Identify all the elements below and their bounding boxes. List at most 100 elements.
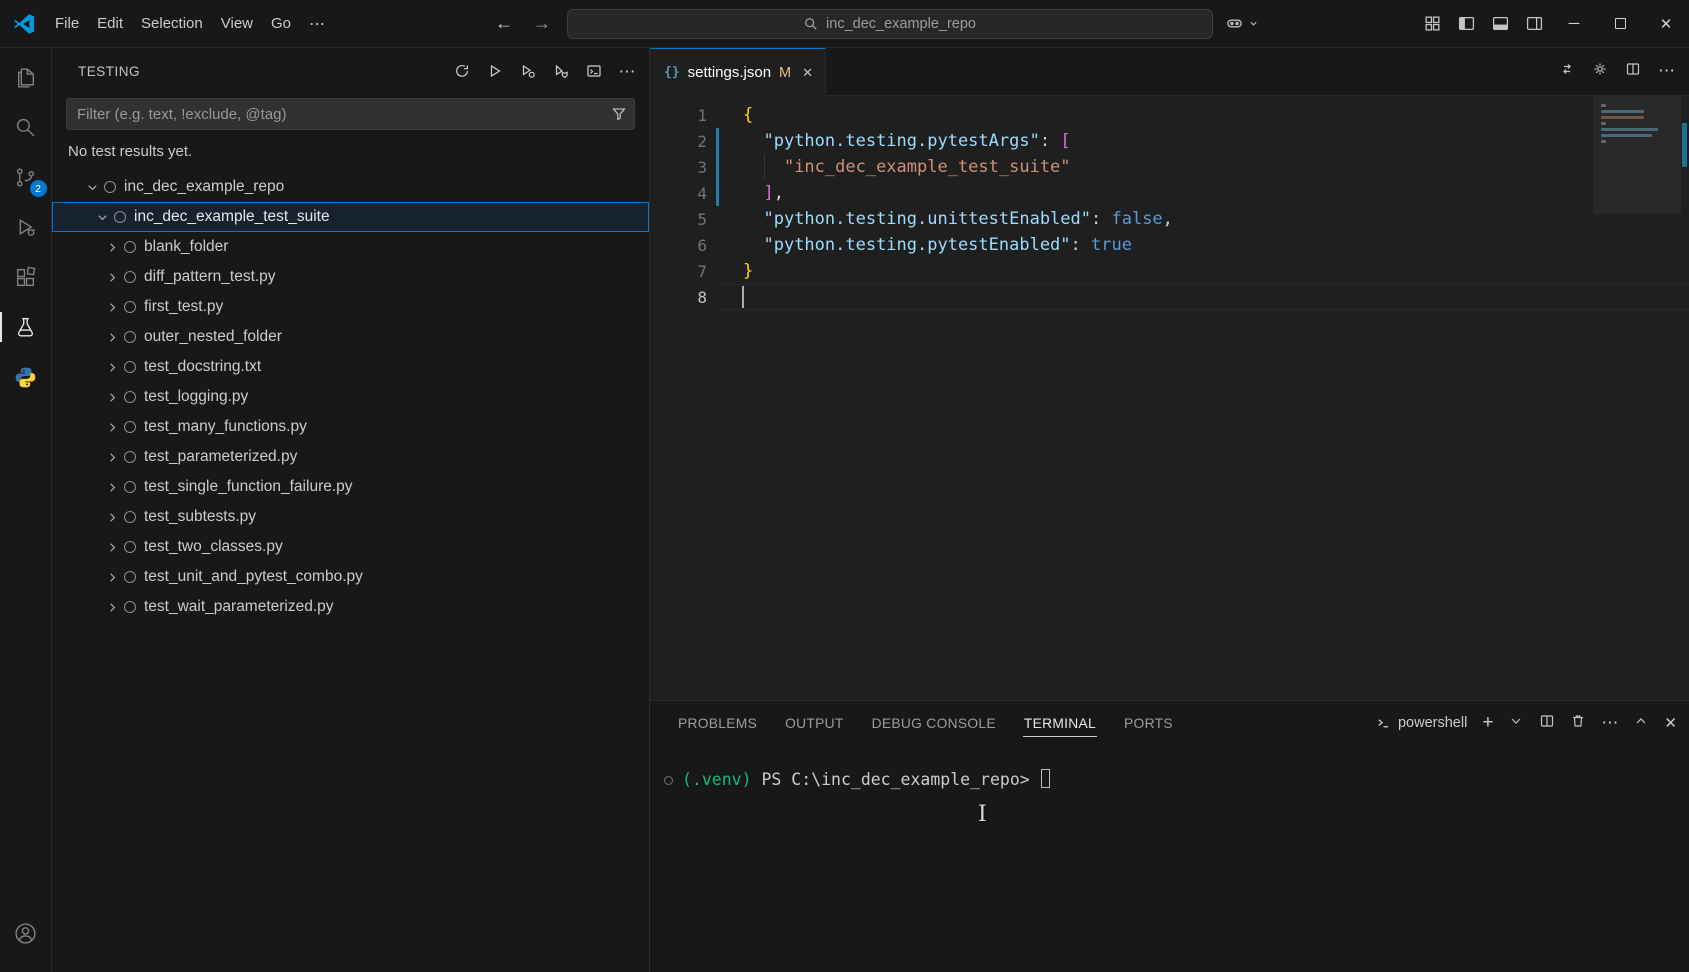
code-text[interactable]: { xyxy=(719,105,753,125)
history-forward-button[interactable]: → xyxy=(529,13,555,34)
toggle-primary-sidebar-button[interactable] xyxy=(1449,0,1483,47)
chevron-right-icon[interactable] xyxy=(103,509,121,525)
window-minimize-button[interactable]: ─ xyxy=(1551,0,1597,47)
menu-file[interactable]: File xyxy=(46,10,88,37)
open-changes-icon[interactable] xyxy=(1559,61,1575,82)
tree-item-test_parameterized.py[interactable]: test_parameterized.py xyxy=(52,442,649,472)
panel-tab-ports[interactable]: PORTS xyxy=(1123,710,1174,737)
chevron-right-icon[interactable] xyxy=(103,479,121,495)
tree-item-test_wait_parameterized.py[interactable]: test_wait_parameterized.py xyxy=(52,592,649,622)
code-line-7[interactable]: 7} xyxy=(650,258,1689,284)
run-tests-with-coverage-icon[interactable] xyxy=(549,59,573,83)
code-text[interactable]: "python.testing.pytestArgs": [ xyxy=(719,131,1071,151)
code-line-6[interactable]: 6 "python.testing.pytestEnabled": true xyxy=(650,232,1689,258)
activity-python[interactable] xyxy=(0,352,52,402)
line-number[interactable]: 1 xyxy=(650,106,707,125)
close-panel-icon[interactable]: ✕ xyxy=(1664,714,1677,733)
chevron-down-icon[interactable] xyxy=(93,209,111,225)
new-terminal-button[interactable]: + xyxy=(1482,713,1493,733)
chevron-right-icon[interactable] xyxy=(103,389,121,405)
tree-item-test_logging.py[interactable]: test_logging.py xyxy=(52,382,649,412)
open-settings-ui-icon[interactable] xyxy=(1592,61,1608,82)
chevron-right-icon[interactable] xyxy=(103,239,121,255)
chevron-right-icon[interactable] xyxy=(103,329,121,345)
line-number[interactable]: 7 xyxy=(650,262,707,281)
tree-item-test_single_function_failure.py[interactable]: test_single_function_failure.py xyxy=(52,472,649,502)
chevron-right-icon[interactable] xyxy=(103,269,121,285)
code-line-8[interactable]: 8 xyxy=(650,284,1689,310)
sidebar-more-actions-icon[interactable]: ⋯ xyxy=(615,59,639,83)
chevron-right-icon[interactable] xyxy=(103,299,121,315)
tree-item-first_test.py[interactable]: first_test.py xyxy=(52,292,649,322)
chevron-right-icon[interactable] xyxy=(103,569,121,585)
tab-close-icon[interactable]: ✕ xyxy=(802,65,813,81)
activity-search[interactable] xyxy=(0,102,52,152)
code-line-5[interactable]: 5 "python.testing.unittestEnabled": fals… xyxy=(650,206,1689,232)
line-number[interactable]: 6 xyxy=(650,236,707,255)
refresh-tests-icon[interactable] xyxy=(450,59,474,83)
code-text[interactable]: "python.testing.unittestEnabled": false, xyxy=(719,209,1173,229)
window-close-button[interactable]: ✕ xyxy=(1643,0,1689,47)
tree-item-blank_folder[interactable]: blank_folder xyxy=(52,232,649,262)
tree-item-test_subtests.py[interactable]: test_subtests.py xyxy=(52,502,649,532)
line-number[interactable]: 5 xyxy=(650,210,707,229)
panel-tab-debug-console[interactable]: DEBUG CONSOLE xyxy=(871,710,997,737)
tree-item-test_two_classes.py[interactable]: test_two_classes.py xyxy=(52,532,649,562)
line-number[interactable]: 3 xyxy=(650,158,707,177)
code-text[interactable]: "inc_dec_example_test_suite" xyxy=(719,157,1071,177)
code-text[interactable]: "python.testing.pytestEnabled": true xyxy=(719,235,1132,255)
activity-extensions[interactable] xyxy=(0,252,52,302)
tree-item-test_docstring.txt[interactable]: test_docstring.txt xyxy=(52,352,649,382)
tree-item-diff_pattern_test.py[interactable]: diff_pattern_test.py xyxy=(52,262,649,292)
code-line-1[interactable]: 1{ xyxy=(650,102,1689,128)
tab-settings-json[interactable]: {} settings.json M ✕ xyxy=(650,48,826,96)
menu-go[interactable]: Go xyxy=(262,10,300,37)
activity-account[interactable] xyxy=(0,908,52,958)
code-editor[interactable]: 1{2 "python.testing.pytestArgs": [3 "inc… xyxy=(650,96,1689,700)
minimap[interactable] xyxy=(1601,104,1673,152)
terminal-shell-selector[interactable]: powershell xyxy=(1376,715,1467,731)
split-editor-icon[interactable] xyxy=(1625,61,1641,82)
menu-selection[interactable]: Selection xyxy=(132,10,212,37)
filter-icon[interactable] xyxy=(611,106,627,122)
terminal-dropdown-icon[interactable] xyxy=(1508,713,1524,734)
chevron-right-icon[interactable] xyxy=(103,419,121,435)
run-all-tests-icon[interactable] xyxy=(483,59,507,83)
line-number[interactable]: 8 xyxy=(650,288,707,307)
command-center-search[interactable]: inc_dec_example_repo xyxy=(567,9,1213,39)
menu-overflow-button[interactable]: ⋯ xyxy=(300,9,335,39)
tree-item-inc_dec_example_test_suite[interactable]: inc_dec_example_test_suite xyxy=(52,202,649,232)
tree-item-test_unit_and_pytest_combo.py[interactable]: test_unit_and_pytest_combo.py xyxy=(52,562,649,592)
toggle-secondary-sidebar-button[interactable] xyxy=(1517,0,1551,47)
activity-explorer[interactable] xyxy=(0,52,52,102)
code-text[interactable]: } xyxy=(719,261,753,281)
tree-item-outer_nested_folder[interactable]: outer_nested_folder xyxy=(52,322,649,352)
chevron-right-icon[interactable] xyxy=(103,539,121,555)
terminal[interactable]: (.venv) PS C:\inc_dec_example_repo> xyxy=(650,745,1689,972)
chevron-right-icon[interactable] xyxy=(103,599,121,615)
activity-testing[interactable] xyxy=(0,302,52,352)
toggle-panel-button[interactable] xyxy=(1483,0,1517,47)
history-back-button[interactable]: ← xyxy=(491,13,517,34)
chevron-right-icon[interactable] xyxy=(103,359,121,375)
activity-run-and-debug[interactable] xyxy=(0,202,52,252)
test-filter-input[interactable] xyxy=(66,98,635,130)
chevron-right-icon[interactable] xyxy=(103,449,121,465)
menu-edit[interactable]: Edit xyxy=(88,10,132,37)
window-restore-button[interactable] xyxy=(1597,0,1643,47)
show-test-output-icon[interactable] xyxy=(582,59,606,83)
panel-tab-output[interactable]: OUTPUT xyxy=(784,710,845,737)
chevron-down-icon[interactable] xyxy=(83,179,101,195)
command-decoration-icon[interactable] xyxy=(664,776,673,785)
editor-more-actions-icon[interactable]: ⋯ xyxy=(1658,62,1675,81)
tree-item-test_many_functions.py[interactable]: test_many_functions.py xyxy=(52,412,649,442)
code-line-2[interactable]: 2 "python.testing.pytestArgs": [ xyxy=(650,128,1689,154)
panel-tab-problems[interactable]: PROBLEMS xyxy=(677,710,758,737)
panel-tab-terminal[interactable]: TERMINAL xyxy=(1023,710,1097,737)
customize-layout-button[interactable] xyxy=(1415,0,1449,47)
code-line-4[interactable]: 4 ], xyxy=(650,180,1689,206)
activity-source-control[interactable]: 2 xyxy=(0,152,52,202)
panel-more-actions-icon[interactable]: ⋯ xyxy=(1601,714,1618,733)
line-number[interactable]: 4 xyxy=(650,184,707,203)
kill-terminal-icon[interactable] xyxy=(1570,713,1586,734)
